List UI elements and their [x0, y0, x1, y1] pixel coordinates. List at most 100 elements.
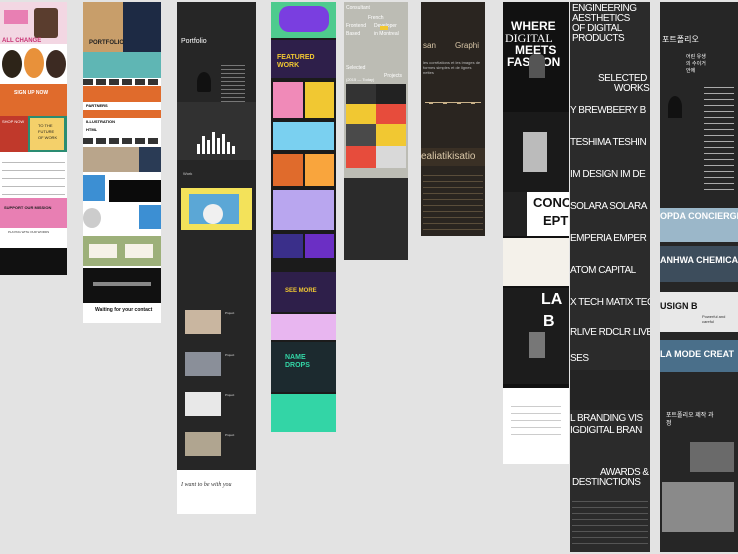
color-grid [346, 84, 406, 168]
tag-strip-1 [83, 79, 161, 85]
white-footer [503, 388, 569, 464]
shop-band[interactable]: SHOP NOW TO THE FUTURE OF WORK [0, 116, 67, 152]
timeline [425, 102, 481, 115]
table-rows [423, 170, 483, 230]
row-illustration: ILLUSTRATION [86, 119, 116, 124]
card-title: Project [225, 393, 235, 397]
banner: ealiatikisatio [421, 148, 485, 166]
section-work: Work [183, 171, 193, 176]
portfolio-header: Portfolio [181, 38, 207, 45]
work-card-3[interactable]: Project [185, 392, 249, 418]
based-text: Based [346, 31, 361, 37]
lab-text: LA [541, 291, 563, 308]
see-more-label[interactable]: SEE MORE [285, 288, 317, 294]
banner-3: USIGN B Powerful and careful [660, 292, 738, 332]
thumbnail-5[interactable]: Consultant French Frontend Developer Bas… [344, 2, 408, 260]
powerful-text: Powerful and careful [702, 314, 726, 324]
banner-4: LA MODE CREAT [660, 340, 738, 372]
footer-korean: 포트폴리오 제작 과정 [666, 413, 714, 427]
support-label[interactable]: SUPPORT OUR MISSION [4, 206, 51, 210]
korean-header: 포트폴리오 [662, 35, 699, 44]
thumbnail-4[interactable]: FEATURED WORK SEE MORE NAME DROPS [271, 2, 336, 432]
selected-line-2: WORKS [614, 83, 650, 94]
orange-band-2 [83, 110, 161, 118]
faces-row [0, 46, 67, 82]
banner-text: OPDA CONCIERGE D [660, 211, 738, 221]
marquee-row: EMPERIA EMPER [570, 233, 647, 244]
footer-words: PLAYING WITH OUR WORDS [8, 230, 50, 234]
portfolio-header: PORTFOLIO [89, 40, 124, 46]
row-partners: PARTNERS [86, 103, 108, 108]
thumbnail-7[interactable]: WHERE DIGITAL MEETS FASHION CONC EPT LA … [503, 2, 569, 464]
sign-up-band[interactable]: SIGN UP NOW [0, 84, 67, 116]
dark-footer [83, 268, 161, 303]
badge-line-3: OF WORK [38, 135, 58, 140]
thumbnail-1[interactable]: ALL CHANGE SIGN UP NOW SHOP NOW TO THE F… [0, 2, 67, 275]
concept-panel: CONC EPT [503, 192, 569, 236]
featured-heading: FEATURED WORK [277, 54, 315, 69]
branding-line-2: IGDIGITAL BRAN [570, 425, 642, 436]
name-drops-heading: NAME DROPS [285, 354, 310, 369]
thumbnail-6[interactable]: san Graphi les corrélations et les image… [421, 2, 485, 236]
tag-strip-2 [83, 138, 161, 144]
work-card-1[interactable]: Project [185, 310, 249, 336]
thumbnail-9[interactable]: 포트폴리오 어린 유생의 수이거 안에 OPDA CONCIERGE D ANH… [660, 2, 738, 552]
work-card-4[interactable]: Project [185, 432, 249, 458]
thumbnail-8[interactable]: ENGINEERING AESTHETICS OF DIGITAL PRODUC… [570, 2, 650, 552]
featured-work-panel: FEATURED WORK [271, 40, 336, 78]
footer-lines [572, 496, 648, 546]
word-graphi: Graphi [455, 41, 480, 50]
marquee-row: IM DESIGN IM DE [570, 169, 646, 180]
concept-text-1: CONC [533, 195, 569, 210]
work-card-2[interactable]: Project [185, 352, 249, 378]
lab-panel: LA B [503, 288, 569, 384]
montreal-text: in Montreal [374, 31, 399, 37]
marquee-row: TESHIMA TESHIN [570, 137, 647, 148]
name-drops-panel: NAME DROPS [271, 342, 336, 392]
marquee-row: SOLARA SOLARA [570, 201, 647, 212]
signoff-text: I want to be with you [181, 482, 232, 488]
years-text: (2015 — Today) [346, 77, 375, 82]
word-san: san [423, 41, 436, 50]
card-title: Project [225, 353, 235, 357]
portrait [34, 8, 58, 38]
sign-up-label[interactable]: SIGN UP NOW [14, 91, 48, 96]
photo [83, 147, 139, 172]
sage-band [83, 236, 161, 266]
branding-line-1: L BRANDING VIS [570, 413, 643, 424]
gray-band [177, 102, 256, 160]
text-column [704, 82, 734, 192]
footer-dark [0, 248, 67, 275]
korean-sub: 어린 유생의 수이거 안에 [686, 54, 706, 74]
support-band[interactable]: SUPPORT OUR MISSION [0, 198, 67, 228]
footer-title: Waiting for your contact [95, 307, 153, 313]
banner-2: ANHWA CHEMICAL [660, 246, 738, 282]
badge-line-2: FUTURE [38, 129, 55, 134]
hero-line-4: PRODUCTS [572, 33, 625, 44]
projects-text: Projects [384, 73, 403, 79]
card-title: Project [225, 311, 235, 315]
banner-text: ealiatikisatio [421, 151, 476, 162]
signoff-footer: I want to be with you [177, 470, 256, 514]
marquee-row: Y BREWBEERY B [570, 105, 646, 116]
model-photo [529, 54, 545, 78]
marquee-row: SES [570, 353, 589, 364]
shop-label[interactable]: SHOP NOW [2, 120, 24, 124]
selected-text: Selected [346, 65, 366, 71]
banner-text: USIGN B [660, 301, 698, 311]
hero-image-2 [123, 2, 161, 52]
thumbnail-2[interactable]: PORTFOLIO PARTNERS ILLUSTRATION HTML Wai… [83, 2, 161, 323]
frontend-text: Frontend [346, 23, 367, 29]
thumbnail-3[interactable]: Portfolio Work Project Project Project P… [177, 2, 256, 514]
banner-1: OPDA CONCIERGE D [660, 208, 738, 242]
awards-line-2: DESTINCTIONS [572, 477, 641, 488]
orange-band [83, 86, 161, 102]
lab-text-b: B [543, 313, 555, 330]
french-text: French [368, 15, 384, 21]
banner-text: ANHWA CHEMICAL [660, 255, 738, 265]
paragraph: les corrélations et les images de formes… [423, 60, 481, 75]
concept-text-2: EPT [543, 213, 569, 228]
list-rows [2, 155, 65, 197]
feature-image[interactable] [181, 188, 252, 230]
see-more-panel[interactable]: SEE MORE [271, 272, 336, 312]
